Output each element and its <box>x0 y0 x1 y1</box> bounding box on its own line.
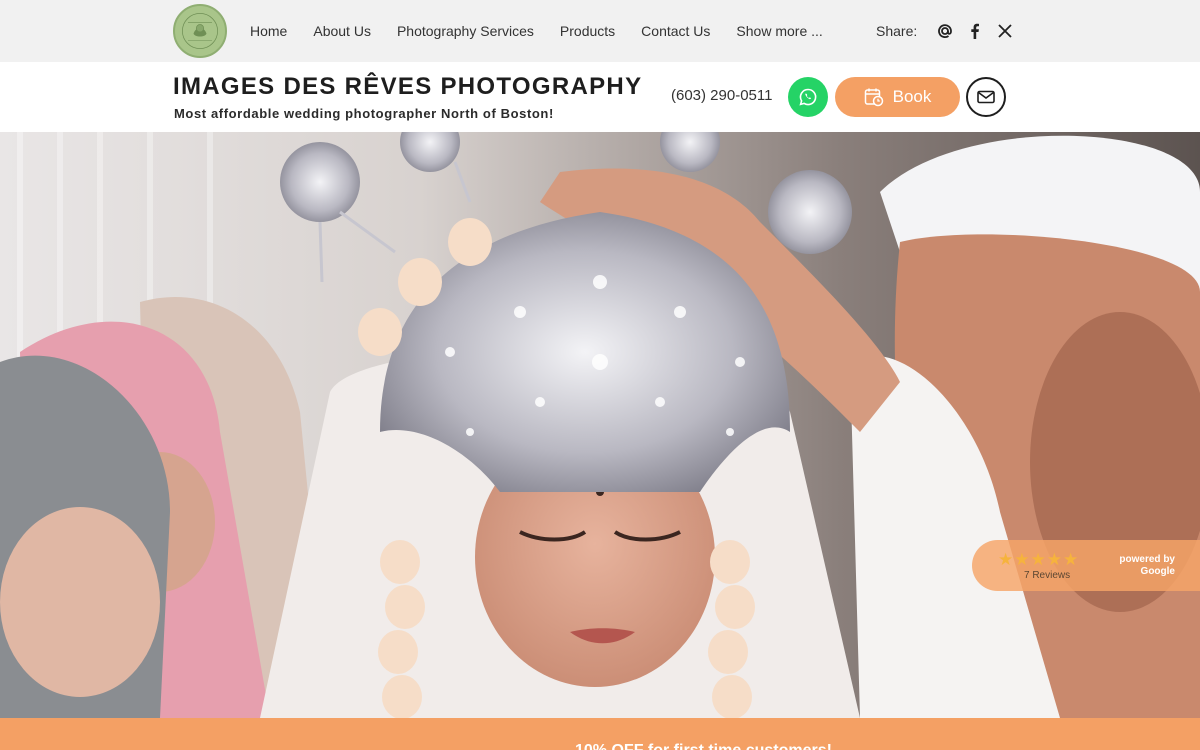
google-label: Google <box>1140 566 1175 577</box>
rating-stars: ★★★★★ <box>998 550 1080 569</box>
x-icon[interactable] <box>995 21 1015 41</box>
wedding-photo <box>0 132 1200 718</box>
threads-icon[interactable] <box>935 21 955 41</box>
book-button[interactable]: Book <box>835 77 960 117</box>
phone-link[interactable]: (603) 290-0511 <box>671 87 772 104</box>
nav-item-about-us[interactable]: About Us <box>313 23 371 39</box>
top-nav-bar: Home About Us Photography Services Produ… <box>0 0 1200 62</box>
promo-text: 10% OFF for first time customers! <box>575 742 832 750</box>
nav-item-photography-services[interactable]: Photography Services <box>397 23 534 39</box>
mail-button[interactable] <box>966 77 1006 117</box>
brand-tagline: Most affordable wedding photographer Nor… <box>174 106 554 121</box>
powered-by-label: powered by <box>1119 554 1175 565</box>
share-label: Share: <box>876 23 918 39</box>
promo-bar: 10% OFF for first time customers! <box>0 718 1200 750</box>
book-button-label: Book <box>892 87 932 106</box>
mail-icon <box>977 90 995 104</box>
calendar-clock-icon <box>864 88 883 107</box>
logo-emblem-icon <box>176 7 224 55</box>
main-nav: Home About Us Photography Services Produ… <box>250 0 849 62</box>
share-bar: Share: <box>876 0 1025 62</box>
nav-item-contact-us[interactable]: Contact Us <box>641 23 710 39</box>
site-header: IMAGES DES RÊVES PHOTOGRAPHY Most afford… <box>0 62 1200 132</box>
nav-item-show-more[interactable]: Show more ... <box>736 23 822 39</box>
nav-item-home[interactable]: Home <box>250 23 287 39</box>
google-reviews-badge[interactable]: ★★★★★ 7 Reviews powered by Google <box>972 540 1200 591</box>
whatsapp-button[interactable] <box>788 77 828 117</box>
hero-image <box>0 132 1200 718</box>
nav-item-products[interactable]: Products <box>560 23 615 39</box>
brand-title[interactable]: IMAGES DES RÊVES PHOTOGRAPHY <box>173 73 642 101</box>
powered-by-google: powered by Google <box>1119 554 1175 578</box>
facebook-icon[interactable] <box>965 21 985 41</box>
reviews-count: 7 Reviews <box>1024 570 1071 581</box>
site-logo[interactable] <box>173 4 227 58</box>
whatsapp-icon <box>799 88 817 106</box>
